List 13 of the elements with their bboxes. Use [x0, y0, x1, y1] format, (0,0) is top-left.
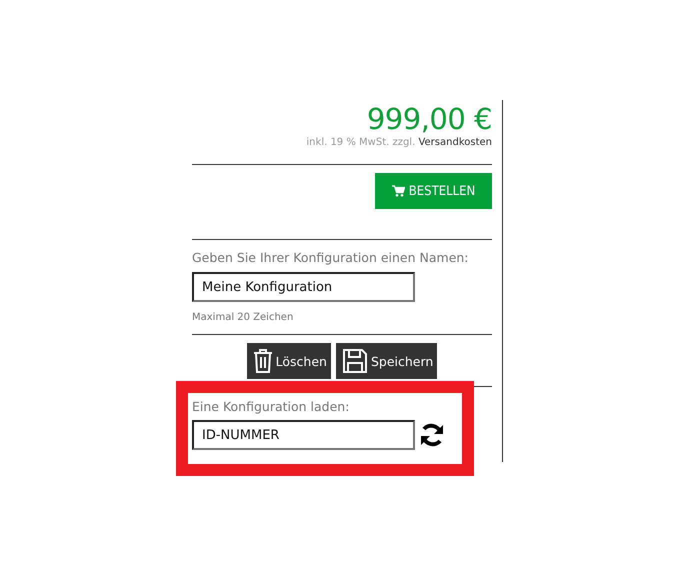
id-input-field[interactable]: ID-NUMMER	[192, 420, 415, 450]
price: 999,00 €	[366, 102, 492, 136]
refresh-icon[interactable]	[419, 423, 445, 447]
name-label: Geben Sie Ihrer Konfiguration einen Namen:	[192, 250, 470, 265]
save-button[interactable]: Speichern	[336, 343, 438, 379]
length-hint: Maximal 20 Zeichen	[192, 312, 294, 323]
cart-icon	[392, 185, 405, 197]
name-input-field[interactable]: Meine Konfiguration	[192, 272, 415, 302]
delete-button[interactable]: Löschen	[246, 343, 331, 379]
shipping-costs-link[interactable]: Versandkosten	[418, 137, 492, 148]
load-label: Eine Konfiguration laden:	[192, 399, 350, 414]
trash-icon	[252, 348, 273, 374]
tax-note: inkl. 19 % MwSt. zzgl. Versandkosten	[306, 137, 492, 148]
